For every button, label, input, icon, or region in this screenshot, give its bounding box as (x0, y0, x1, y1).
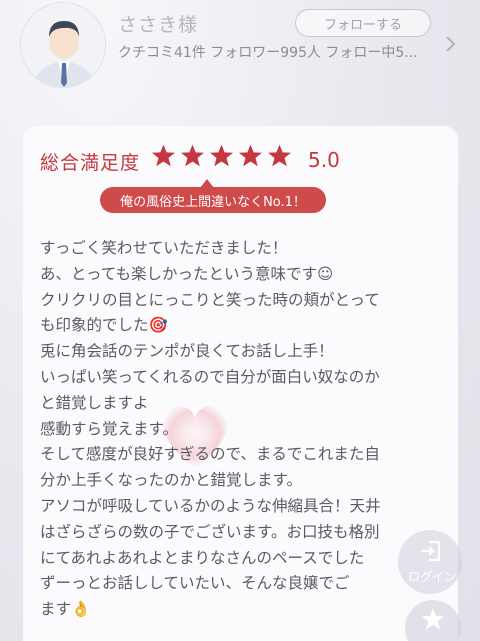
review-body: すっごく笑わせていただきました！ あ、とっても楽しかったという意味です☺ クリク… (40, 236, 432, 623)
star-icon[interactable] (421, 607, 445, 631)
star-icon (268, 144, 291, 167)
review-line: 感動すら覚えます。 (40, 419, 178, 438)
review-line: はざらざらの数の子でございます。お口技も格別 (40, 522, 380, 541)
avatar[interactable] (20, 2, 106, 88)
reviewer-stats: クチコミ41件 フォロワー995人 フォロー中5... (118, 45, 418, 61)
login-icon[interactable] (418, 538, 444, 564)
rating-score: 5.0 (308, 148, 340, 172)
review-line: ずーっとお話ししていたい、そんな良嬢でご (40, 574, 350, 593)
username[interactable]: ささき様 (118, 10, 198, 37)
star-icon (210, 144, 233, 167)
review-line: アソコが呼吸しているかのような伸縮具合！天井 (40, 496, 381, 515)
review-line: と錯覚しますよ (40, 393, 149, 412)
review-line: も印象的でした🎯 (40, 316, 168, 335)
review-line: ます👌 (40, 600, 91, 619)
review-line: すっごく笑わせていただきました！ (40, 239, 288, 257)
review-line: あ、とっても楽しかったという意味です☺ (40, 264, 334, 283)
rating-stars (151, 143, 292, 168)
star-icon (181, 144, 204, 167)
review-line: クリクリの目とにっこりと笑った時の頬がとって (40, 290, 380, 309)
review-line: 兎に角会話のテンポが良くてお話し上手！ (40, 342, 334, 361)
star-icon (152, 144, 175, 167)
chevron-right-icon[interactable] (440, 34, 460, 54)
review-line: そして感度が良好すぎるので、まるでこれまた自 (40, 445, 380, 464)
catch-copy-badge: 俺の風俗史上間違いなくNo.1！ (100, 187, 326, 213)
reviewer-profile[interactable]: ささき様 フォローする クチコミ41件 フォロワー995人 フォロー中5... (0, 0, 480, 100)
overall-satisfaction-label: 総合満足度 (40, 152, 141, 174)
star-icon (239, 144, 262, 167)
follow-button[interactable]: フォローする (295, 9, 431, 37)
login-label[interactable]: ログイン (400, 568, 464, 585)
review-line: いっぱい笑ってくれるので自分が面白い奴なのか (40, 367, 380, 386)
user-avatar-icon (21, 3, 105, 87)
review-line: にてあれよあれよとまりなさんのペースでした (40, 548, 365, 567)
review-line: 分か上手くなったのかと錯覚します。 (40, 471, 302, 490)
